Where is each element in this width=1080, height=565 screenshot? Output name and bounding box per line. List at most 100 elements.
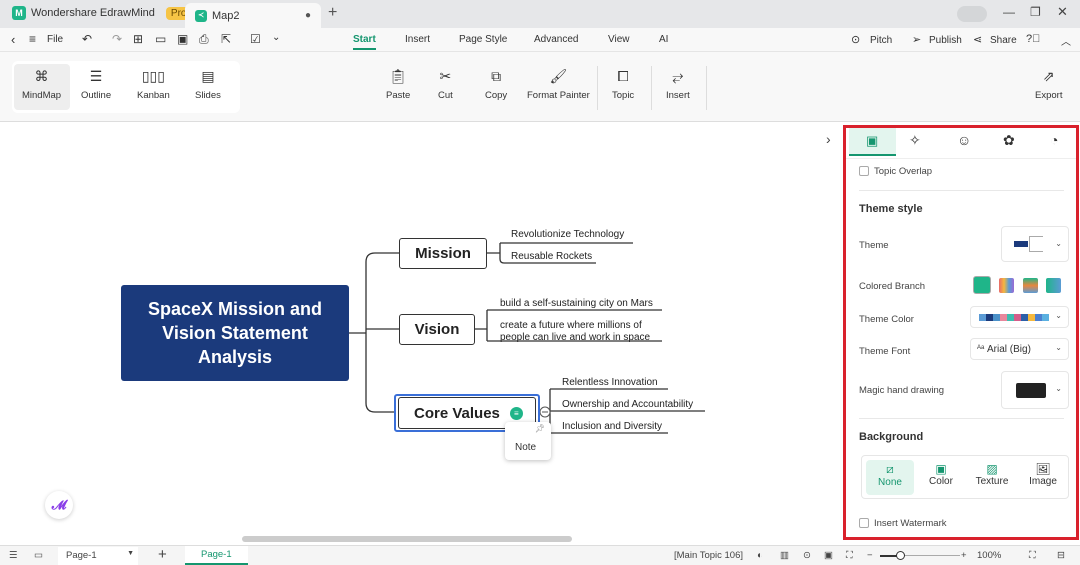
subtopic[interactable]: Inclusion and Diversity (562, 421, 662, 432)
tab-view[interactable]: View (608, 34, 630, 45)
open-folder-icon[interactable]: ▭ (155, 32, 166, 46)
subtopic[interactable]: Reusable Rockets (511, 251, 592, 262)
document-tab[interactable]: ≺ Map2 ● (185, 3, 321, 28)
more-icon[interactable]: ⌄ (272, 32, 280, 43)
undo-icon[interactable]: ↶ (82, 32, 92, 46)
topic-button[interactable]: ⧠ Topic (612, 68, 634, 101)
theme-color-dropdown[interactable]: ⌄ (970, 306, 1069, 328)
redo-icon[interactable]: ↷ (112, 32, 122, 46)
view-outline[interactable]: ☰ Outline (81, 68, 111, 101)
bg-option-texture[interactable]: ▨ Texture (968, 462, 1016, 487)
minimize-button[interactable]: — (1003, 5, 1015, 19)
mindmap-canvas[interactable]: SpaceX Mission and Vision Statement Anal… (0, 123, 843, 545)
print-icon[interactable]: ⎙ (199, 32, 209, 47)
theme-dropdown[interactable]: ⌄ (1001, 226, 1069, 262)
back-icon[interactable]: ‹ (11, 32, 15, 47)
background-options: ⧄ None ▣ Color ▨ Texture 🖼︎ Image (861, 455, 1069, 499)
subtopic[interactable]: build a self-sustaining city on Mars (500, 298, 653, 309)
connector-trunk (365, 252, 399, 413)
panel-toggle-chevron-icon[interactable]: › (826, 131, 831, 147)
zoom-level[interactable]: 100% (977, 550, 1001, 561)
panel-tab-style[interactable]: ▣ (849, 128, 896, 156)
view-kanban[interactable]: ▯▯▯ Kanban (137, 68, 170, 101)
branch-style-option[interactable] (999, 278, 1014, 293)
mark-icon[interactable]: ☺ (957, 132, 971, 148)
page-select[interactable]: Page-1 ▼ (58, 547, 138, 565)
fit-screen-icon[interactable]: ⛶ (846, 550, 853, 561)
clipart-icon[interactable]: ✿ (1003, 132, 1015, 149)
ai-assistant-button[interactable]: 𝓜 (45, 491, 73, 519)
history-icon[interactable]: ◔ (1050, 132, 1058, 148)
publish-button[interactable]: Publish (929, 35, 962, 46)
view-slides[interactable]: ▤ Slides (195, 68, 221, 101)
page-panel-icon[interactable]: ▭ (34, 550, 43, 561)
magic-hand-dropdown[interactable]: ⌄ (1001, 371, 1069, 409)
pin-icon[interactable]: 📌︎ (535, 424, 545, 433)
subtopic[interactable]: Ownership and Accountability (562, 399, 693, 410)
insert-watermark-checkbox[interactable]: Insert Watermark (859, 518, 947, 529)
topic-mission[interactable]: Mission (399, 238, 487, 269)
bg-option-none[interactable]: ⧄ None (866, 462, 914, 488)
horizontal-scrollbar[interactable] (242, 536, 572, 542)
ai-sparkle-icon[interactable]: ✧ (909, 132, 921, 149)
checklist-icon[interactable]: ☑ (250, 32, 261, 46)
restore-button[interactable]: ❐ (1030, 5, 1041, 19)
topic-vision[interactable]: Vision (399, 314, 475, 345)
branch-style-option[interactable] (1046, 278, 1061, 293)
tab-ai[interactable]: AI (659, 34, 668, 45)
export-button[interactable]: ⇗ Export (1035, 68, 1062, 101)
branch-style-option[interactable] (973, 276, 991, 294)
help-icon[interactable]: ?⃝ (1026, 33, 1040, 45)
subtopic[interactable]: Revolutionize Technology (511, 229, 624, 240)
add-page-button[interactable]: + (158, 546, 167, 563)
avatar[interactable] (957, 6, 987, 22)
panel-toggle-icon[interactable]: ⊟ (1057, 550, 1065, 561)
zoom-out-button[interactable]: − (867, 550, 873, 561)
share-button[interactable]: Share (990, 35, 1017, 46)
collapse-ribbon-icon[interactable]: ︿ (1061, 33, 1071, 48)
view-label: Slides (195, 90, 221, 101)
root-topic[interactable]: SpaceX Mission and Vision Statement Anal… (121, 285, 349, 381)
tab-insert[interactable]: Insert (405, 34, 430, 45)
branch-style-option[interactable] (1023, 278, 1038, 293)
subtopic[interactable]: create a future where millions of people… (500, 320, 660, 344)
zoom-in-button[interactable]: + (961, 550, 967, 561)
new-tab-button[interactable]: + (328, 4, 337, 22)
format-painter-button[interactable]: 🖌︎ Format Painter (527, 68, 590, 101)
subtopic[interactable]: Relentless Innovation (562, 377, 658, 388)
new-icon[interactable]: ⊞ (133, 32, 143, 46)
play-icon[interactable]: ⊙ (803, 550, 811, 561)
paste-button[interactable]: 📋︎ Paste (386, 68, 410, 101)
copy-button[interactable]: ⧉ Copy (485, 68, 507, 101)
topic-overlap-checkbox[interactable]: Topic Overlap (859, 166, 932, 177)
close-button[interactable]: ✕ (1057, 4, 1068, 20)
checkbox[interactable] (859, 518, 869, 529)
pitch-button[interactable]: Pitch (870, 35, 892, 46)
hamburger-icon[interactable]: ≡ (29, 32, 36, 46)
note-popup[interactable]: 📌︎ Note (505, 422, 551, 460)
zoom-slider[interactable] (880, 551, 960, 560)
tab-advanced[interactable]: Advanced (534, 34, 578, 45)
insert-button[interactable]: ⥂ Insert (666, 68, 690, 101)
cut-button[interactable]: ✂ Cut (438, 68, 453, 101)
title-bar: M Wondershare EdrawMind Pro ≺ Map2 ● + —… (0, 0, 1080, 28)
fit-page-icon[interactable]: ▣ (824, 550, 833, 561)
bg-option-image[interactable]: 🖼︎ Image (1019, 462, 1067, 487)
note-icon[interactable]: ≡ (509, 406, 523, 420)
tab-start[interactable]: Start (353, 34, 376, 50)
outline-toggle-icon[interactable]: ☰ (9, 550, 18, 561)
fullscreen-icon[interactable]: ⛶ (1029, 550, 1036, 561)
checkbox[interactable] (859, 166, 869, 177)
bg-option-color[interactable]: ▣ Color (917, 462, 965, 487)
columns-icon[interactable]: ▥ (780, 550, 789, 561)
export-small-icon[interactable]: ⇱ (221, 32, 231, 46)
zoom-slider-thumb[interactable] (896, 551, 905, 560)
file-menu[interactable]: File (47, 34, 63, 45)
view-mindmap[interactable]: ⌘ MindMap (22, 68, 61, 101)
mouse-mode-icon[interactable]: ◐ (757, 550, 763, 561)
save-icon[interactable]: ▣ (177, 32, 188, 46)
page-tab[interactable]: Page-1 (185, 546, 248, 565)
theme-font-dropdown[interactable]: Aa Arial (Big) ⌄ (970, 338, 1069, 360)
app-tab[interactable]: M Wondershare EdrawMind Pro (12, 6, 192, 20)
tab-page-style[interactable]: Page Style (459, 34, 507, 45)
